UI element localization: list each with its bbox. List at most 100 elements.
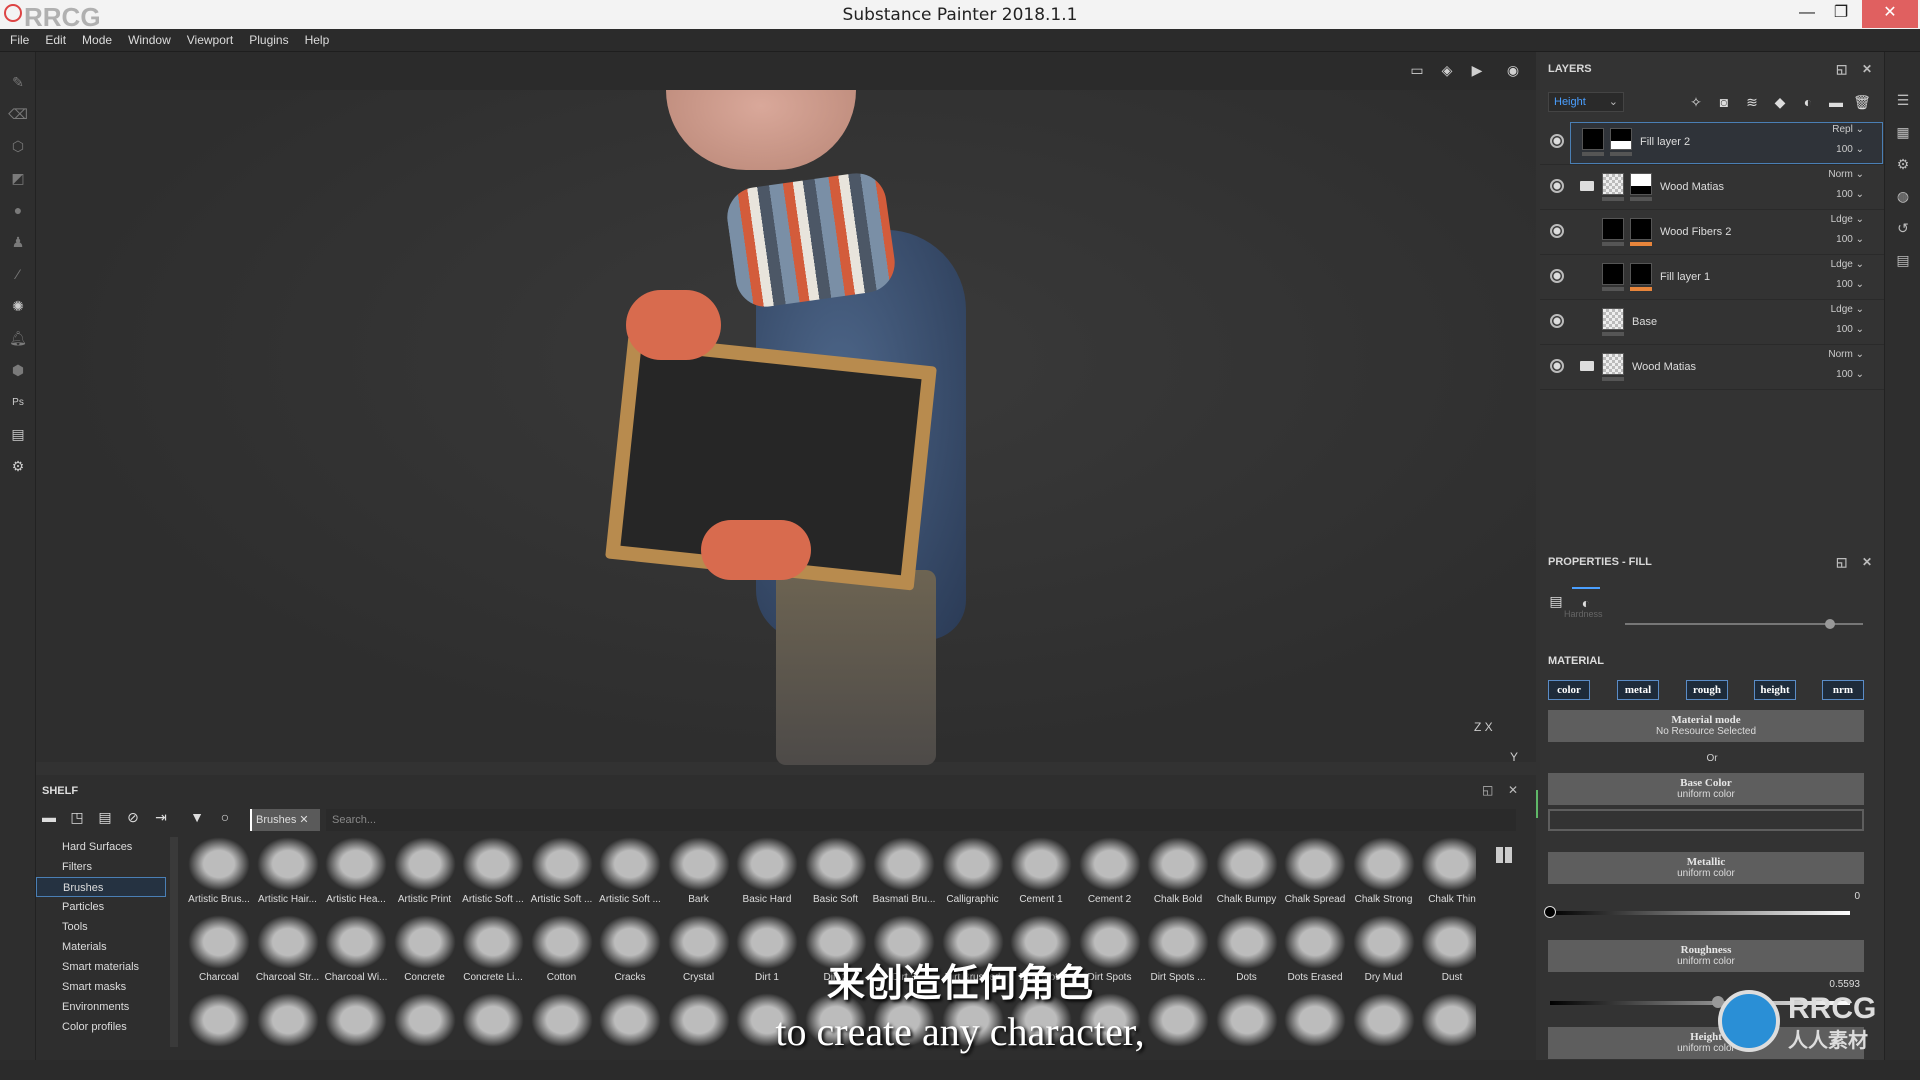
mask-thumbnail[interactable] <box>1630 263 1652 285</box>
undock-icon[interactable]: ◱ <box>1836 545 1847 579</box>
display-settings-icon[interactable]: ⚙ <box>1885 148 1920 180</box>
shelf-category-item[interactable]: Hard Surfaces <box>36 837 166 857</box>
display-cube-icon[interactable]: ◈ <box>1436 62 1458 80</box>
hardness-slider[interactable] <box>1625 619 1863 629</box>
restore-button[interactable]: ❐ <box>1818 0 1864 28</box>
add-folder-icon[interactable]: ▬ <box>1826 94 1846 114</box>
channel-color-button[interactable]: color <box>1548 680 1590 700</box>
texture-set-list-icon[interactable]: ☰ <box>1885 84 1920 116</box>
layer-row[interactable]: Base Ldge ⌄ 100 ⌄ <box>1540 300 1884 345</box>
brush-item[interactable]: Calligraphic <box>940 837 1006 913</box>
undock-icon[interactable]: ◱ <box>1482 783 1493 797</box>
brush-item[interactable]: Basmati Bru... <box>871 837 937 913</box>
opacity-select[interactable]: 100 ⌄ <box>1836 189 1864 200</box>
layer-thumbnail[interactable] <box>1602 263 1624 285</box>
layer-thumbnail[interactable] <box>1582 128 1604 150</box>
menu-window[interactable]: Window <box>120 29 179 52</box>
close-panel-icon[interactable]: ✕ <box>1862 52 1872 86</box>
opacity-select[interactable]: 100 ⌄ <box>1836 144 1864 155</box>
brush-item[interactable]: Basic Soft <box>803 837 869 913</box>
add-mask-icon[interactable]: ◙ <box>1714 94 1734 114</box>
refresh-icon[interactable]: ○ <box>214 809 236 831</box>
add-effect-icon[interactable]: ✧ <box>1686 94 1706 114</box>
blend-mode-select[interactable]: Repl ⌄ <box>1832 124 1864 135</box>
smudge-icon[interactable]: ● <box>0 194 36 226</box>
projection-icon[interactable]: ⬡ <box>0 130 36 162</box>
channel-height-button[interactable]: height <box>1754 680 1796 700</box>
visibility-toggle-icon[interactable] <box>1550 179 1564 193</box>
close-panel-icon[interactable]: ✕ <box>1508 783 1518 797</box>
visibility-toggle-icon[interactable] <box>1550 314 1564 328</box>
screenshot-icon[interactable]: ◉ <box>1502 62 1524 80</box>
layer-name[interactable]: Wood Matias <box>1632 361 1696 373</box>
layer-name[interactable]: Fill layer 2 <box>1640 136 1690 148</box>
folder-icon[interactable]: ▬ <box>38 809 60 831</box>
camera-icon[interactable]: ▶ <box>1466 62 1488 80</box>
notification-icon[interactable]: 🔔︎ <box>0 322 36 354</box>
brush-item[interactable]: Chalk Bumpy <box>1214 837 1280 913</box>
layer-thumbnail[interactable] <box>1602 218 1624 240</box>
log-icon[interactable]: ▤ <box>1885 244 1920 276</box>
brush-item[interactable]: Artistic Brus... <box>186 837 252 913</box>
brush-item[interactable]: Bark <box>666 837 732 913</box>
hide-icon[interactable]: ⊘ <box>122 809 144 831</box>
paint-brush-icon[interactable]: ✎ <box>0 66 36 98</box>
save-icon[interactable]: ▤ <box>94 809 116 831</box>
layer-row[interactable]: Wood Matias Norm ⌄ 100 ⌄ <box>1540 345 1884 390</box>
shelf-category-item[interactable]: Tools <box>36 917 166 937</box>
close-button[interactable]: ✕ <box>1862 0 1918 28</box>
eraser-icon[interactable]: ⌫ <box>0 98 36 130</box>
polygon-fill-icon[interactable]: ◩ <box>0 162 36 194</box>
shelf-category-item[interactable]: Brushes <box>36 877 166 897</box>
mask-thumbnail[interactable] <box>1610 128 1632 150</box>
brush-item[interactable]: Artistic Soft ... <box>597 837 663 913</box>
3d-scene[interactable]: Y Z X <box>36 90 1538 818</box>
layer-name[interactable]: Wood Matias <box>1660 181 1724 193</box>
layer-row[interactable]: Fill layer 2 Repl ⌄ 100 ⌄ <box>1540 120 1884 165</box>
substance-share-icon[interactable]: ⬢ <box>0 354 36 386</box>
menu-edit[interactable]: Edit <box>37 29 74 52</box>
brush-item[interactable]: Chalk Strong <box>1351 837 1417 913</box>
layer-name[interactable]: Fill layer 1 <box>1660 271 1710 283</box>
visibility-toggle-icon[interactable] <box>1550 269 1564 283</box>
metallic-value[interactable]: 0 <box>1854 891 1860 902</box>
brush-item[interactable]: Artistic Soft ... <box>529 837 595 913</box>
channel-metal-button[interactable]: metal <box>1617 680 1659 700</box>
grid-view-icon[interactable] <box>1496 847 1512 863</box>
metallic-slider[interactable] <box>1544 906 1850 918</box>
resource-updater-icon[interactable]: ▤ <box>0 418 36 450</box>
layer-channel-select[interactable]: Height ⌄ <box>1548 92 1624 112</box>
base-color-swatch[interactable] <box>1548 809 1864 831</box>
brush-item[interactable]: Cement 1 <box>1008 837 1074 913</box>
folder-icon[interactable] <box>1580 181 1594 191</box>
blend-mode-select[interactable]: Ldge ⌄ <box>1831 304 1864 315</box>
visibility-toggle-icon[interactable] <box>1550 359 1564 373</box>
base-color-block[interactable]: Base Color uniform color <box>1548 773 1864 805</box>
metallic-block[interactable]: Metallic uniform color <box>1548 852 1864 884</box>
shelf-search-input[interactable]: Search... <box>326 809 1516 831</box>
remove-filter-icon[interactable]: ✕ <box>299 814 308 826</box>
new-resource-icon[interactable]: ◳ <box>66 809 88 831</box>
color-picker-icon[interactable]: ⁄ <box>0 258 36 290</box>
layer-row[interactable]: Wood Fibers 2 Ldge ⌄ 100 ⌄ <box>1540 210 1884 255</box>
shelf-category-item[interactable]: Particles <box>36 897 166 917</box>
channel-rough-button[interactable]: rough <box>1686 680 1728 700</box>
layer-thumbnail[interactable] <box>1602 353 1624 375</box>
add-fill-layer-icon[interactable]: ◆ <box>1770 94 1790 114</box>
brush-item[interactable]: Basic Hard <box>734 837 800 913</box>
layer-row[interactable]: Wood Matias Norm ⌄ 100 ⌄ <box>1540 165 1884 210</box>
channel-nrm-button[interactable]: nrm <box>1822 680 1864 700</box>
settings-icon[interactable]: ⚙ <box>0 450 36 482</box>
shader-settings-icon[interactable]: ◍ <box>1885 180 1920 212</box>
brush-item[interactable]: Cement 2 <box>1077 837 1143 913</box>
visibility-toggle-icon[interactable] <box>1550 134 1564 148</box>
opacity-select[interactable]: 100 ⌄ <box>1836 324 1864 335</box>
opacity-select[interactable]: 100 ⌄ <box>1836 369 1864 380</box>
brush-item[interactable]: Chalk Spread <box>1282 837 1348 913</box>
layer-thumbnail[interactable] <box>1602 173 1624 195</box>
blend-mode-select[interactable]: Norm ⌄ <box>1828 169 1864 180</box>
opacity-select[interactable]: 100 ⌄ <box>1836 279 1864 290</box>
substance-plugin-icon[interactable]: ✺ <box>0 290 36 322</box>
filter-icon[interactable]: ▼ <box>186 809 208 831</box>
menu-plugins[interactable]: Plugins <box>241 29 296 52</box>
